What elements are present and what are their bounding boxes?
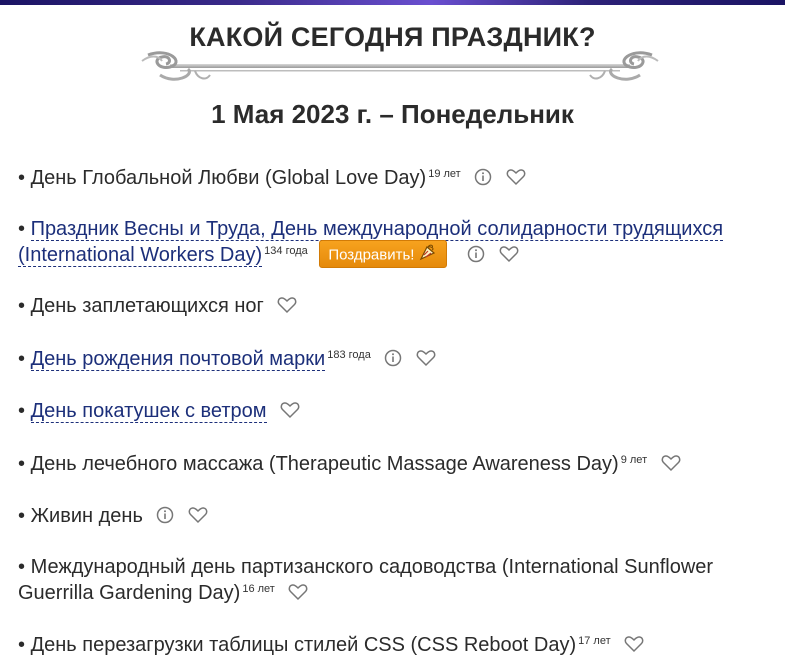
holiday-link[interactable]: День рождения почтовой марки [30, 348, 326, 371]
heart-icon[interactable] [661, 454, 681, 472]
bullet: • [18, 634, 31, 656]
gift-icon [418, 243, 438, 268]
top-gradient-bar [0, 0, 785, 5]
list-item: • Международный день партизанского садов… [18, 554, 783, 606]
bullet: • [18, 453, 31, 475]
congratulate-button[interactable]: Поздравить! [319, 240, 448, 268]
holiday-name: День лечебного массажа (Therapeutic Mass… [30, 453, 619, 475]
info-icon[interactable] [156, 506, 174, 524]
age-badge: 19 лет [428, 168, 461, 180]
list-item: • День лечебного массажа (Therapeutic Ma… [18, 451, 681, 477]
bullet: • [18, 556, 31, 578]
age-badge: 183 года [327, 349, 371, 361]
age-badge: 16 лет [242, 583, 275, 595]
holiday-name: День перезагрузки таблицы стилей CSS (CS… [30, 634, 577, 656]
bullet: • [18, 348, 31, 370]
bullet: • [18, 167, 31, 189]
bullet: • [18, 505, 31, 527]
holiday-name: Международный день партизанского садовод… [18, 556, 714, 604]
holiday-link[interactable]: День покатушек с ветром [30, 400, 267, 423]
holiday-name: День Глобальной Любви (Global Love Day) [30, 167, 427, 189]
age-badge: 134 года [264, 245, 308, 257]
list-item: • День Глобальной Любви (Global Love Day… [18, 165, 526, 191]
heart-icon[interactable] [506, 168, 526, 186]
bullet: • [18, 218, 31, 240]
list-item: • Праздник Весны и Труда, День междунаро… [18, 216, 783, 270]
congratulate-label: Поздравить! [328, 246, 415, 264]
date-heading: 1 Мая 2023 г. – Понедельник [211, 99, 574, 129]
heart-icon[interactable] [624, 635, 644, 653]
age-badge: 17 лет [578, 635, 611, 647]
bullet: • [18, 400, 31, 422]
list-item: • День перезагрузки таблицы стилей CSS (… [18, 632, 644, 658]
heart-icon[interactable] [416, 349, 436, 367]
heart-icon[interactable] [188, 506, 208, 524]
ornament-divider [141, 51, 659, 81]
bullet: • [18, 295, 31, 317]
holiday-name: День заплетающихся ног [30, 295, 264, 317]
info-icon[interactable] [467, 245, 485, 263]
holiday-name: Живин день [30, 505, 143, 527]
list-item: • День рождения почтовой марки 183 года [18, 346, 436, 372]
list-item: • День заплетающихся ног [18, 293, 297, 319]
info-icon[interactable] [474, 168, 492, 186]
heart-icon[interactable] [277, 296, 297, 314]
heart-icon[interactable] [280, 401, 300, 419]
list-item: • День покатушек с ветром [18, 398, 300, 424]
info-icon[interactable] [384, 349, 402, 367]
age-badge: 9 лет [620, 454, 648, 466]
list-item: • Живин день [18, 503, 208, 529]
heart-icon[interactable] [499, 245, 519, 263]
heart-icon[interactable] [288, 583, 308, 601]
